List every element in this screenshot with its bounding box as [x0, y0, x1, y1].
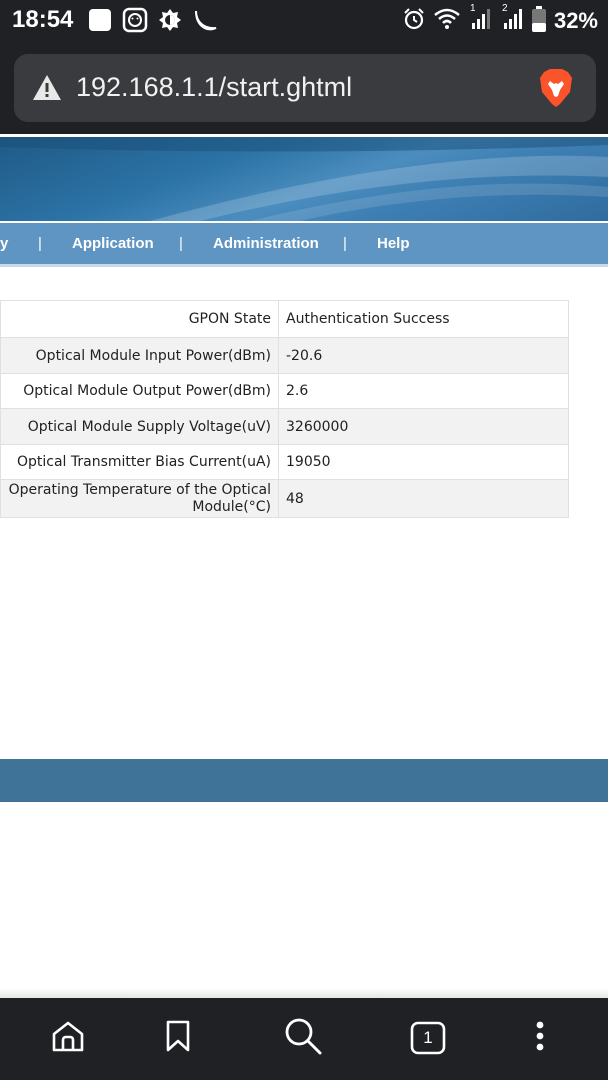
alarm-icon	[402, 7, 426, 35]
nav-separator: |	[343, 235, 347, 252]
nav-item-help[interactable]: Help	[377, 235, 410, 252]
brave-lion-icon[interactable]	[538, 68, 574, 112]
table-row: Optical Module Input Power(dBm) -20.6	[0, 337, 569, 374]
bookmark-icon	[165, 1020, 191, 1056]
nav-item-security[interactable]: y	[0, 235, 8, 252]
bottom-nav-shadow	[0, 988, 608, 998]
table-row: Operating Temperature of the Optical Mod…	[0, 479, 569, 518]
row-value: 48	[278, 479, 569, 518]
battery-icon	[531, 6, 546, 36]
sim2-label: 2	[501, 3, 508, 14]
app-face-icon	[122, 7, 148, 37]
row-label: Optical Module Input Power(dBm)	[0, 337, 279, 374]
row-value: -20.6	[278, 337, 569, 374]
table-row: Optical Transmitter Bias Current(uA) 190…	[0, 444, 569, 480]
signal-sim1-icon: 1	[468, 3, 492, 35]
row-label: Optical Module Supply Voltage(uV)	[0, 408, 279, 445]
tab-count: 1	[423, 1028, 433, 1047]
status-bar: 18:54 1 2 32%	[0, 0, 608, 40]
search-button[interactable]	[281, 1016, 325, 1060]
more-menu-button[interactable]	[518, 1016, 562, 1060]
browser-toolbar: 192.168.1.1/start.ghtml	[0, 40, 608, 134]
nav-separator: |	[38, 235, 42, 252]
address-bar[interactable]: 192.168.1.1/start.ghtml	[14, 54, 596, 122]
notification-square-icon	[88, 8, 112, 36]
tabs-button[interactable]: 1	[406, 1016, 450, 1060]
table-row: GPON State Authentication Success	[0, 300, 569, 338]
search-icon	[284, 1017, 322, 1059]
home-button[interactable]	[46, 1016, 90, 1060]
row-value: 19050	[278, 444, 569, 480]
page-footer-band	[0, 759, 608, 802]
moon-icon	[192, 8, 218, 36]
wifi-icon	[434, 7, 460, 35]
bookmark-button[interactable]	[156, 1016, 200, 1060]
status-time: 18:54	[12, 6, 74, 33]
table-row: Optical Module Output Power(dBm) 2.6	[0, 373, 569, 409]
row-label: GPON State	[0, 300, 279, 338]
row-value: 3260000	[278, 408, 569, 445]
sim1-label: 1	[469, 3, 476, 14]
url-text[interactable]: 192.168.1.1/start.ghtml	[76, 72, 352, 103]
main-nav: y | Application | Administration | Help	[0, 223, 608, 267]
row-label: Optical Transmitter Bias Current(uA)	[0, 444, 279, 480]
nav-item-application[interactable]: Application	[72, 235, 154, 252]
row-label: Optical Module Output Power(dBm)	[0, 373, 279, 409]
brightness-icon	[158, 8, 182, 36]
battery-percent: 32%	[553, 8, 598, 33]
status-icons-left	[88, 7, 218, 37]
table-row: Optical Module Supply Voltage(uV) 326000…	[0, 408, 569, 445]
gpon-info-table: GPON State Authentication Success Optica…	[0, 300, 569, 518]
status-icons-right: 1 2 32%	[402, 3, 598, 36]
more-menu-icon	[535, 1020, 545, 1056]
nav-separator: |	[179, 235, 183, 252]
tabs-icon: 1	[410, 1021, 446, 1055]
row-label: Operating Temperature of the Optical Mod…	[0, 479, 279, 518]
warning-triangle-icon[interactable]	[32, 74, 62, 106]
home-icon	[51, 1020, 85, 1056]
signal-sim2-icon: 2	[500, 3, 524, 35]
router-banner	[0, 137, 608, 221]
row-value: Authentication Success	[278, 300, 569, 338]
browser-bottom-nav: 1	[0, 998, 608, 1080]
nav-item-administration[interactable]: Administration	[213, 235, 319, 252]
row-value: 2.6	[278, 373, 569, 409]
